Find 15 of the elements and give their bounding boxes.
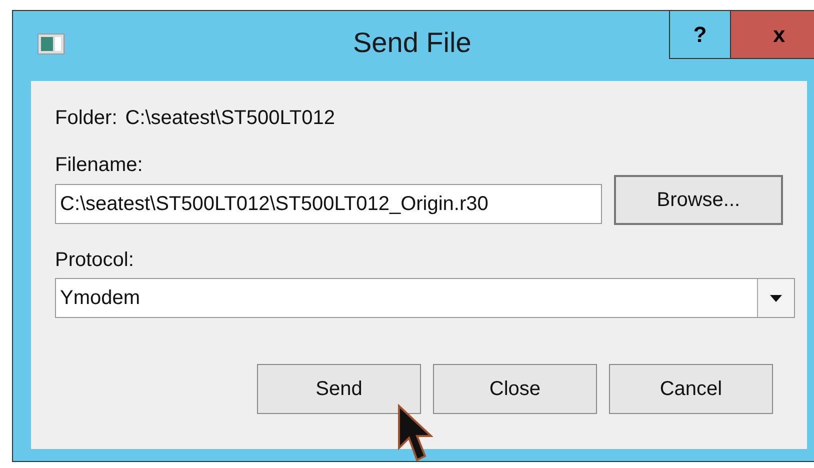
filename-field[interactable]: C:\seatest\ST500LT012\ST500LT012_Origin.r30 [55, 184, 602, 224]
mouse-cursor-icon [397, 404, 433, 464]
window-title: Send File [353, 27, 472, 59]
help-button[interactable]: ? [669, 11, 731, 59]
dialog-button[interactable]: Send [257, 364, 421, 414]
protocol-label: Protocol: [55, 249, 135, 272]
folder-path: C:\seatest\ST500LT012 [125, 107, 335, 130]
filename-label: Filename: [55, 154, 144, 177]
dialog-button[interactable]: Close [433, 364, 597, 414]
folder-label: Folder: [55, 107, 118, 130]
browse-button[interactable]: Browse... [614, 175, 783, 225]
protocol-dropdown[interactable]: Ymodem [55, 278, 795, 318]
app-icon [37, 33, 65, 55]
dialog-button[interactable]: Cancel [609, 364, 773, 414]
window-close-button[interactable]: x [731, 11, 814, 59]
